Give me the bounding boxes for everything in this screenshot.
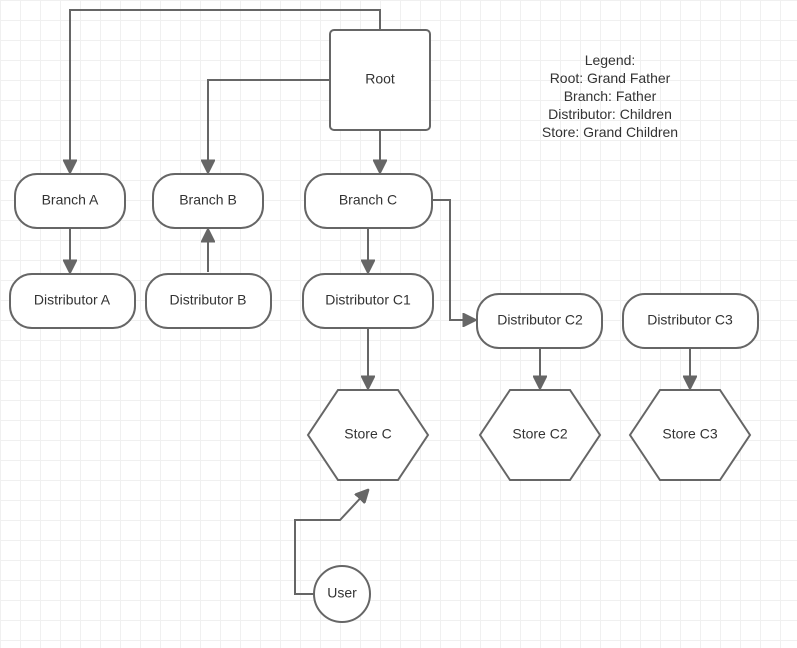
node-branchA-label: Branch A [42,192,99,208]
legend-line4: Store: Grand Children [542,124,678,140]
node-distA-label: Distributor A [34,292,111,308]
edge-branchC-distC2 [432,200,475,320]
node-distB-label: Distributor B [169,292,246,308]
node-distC1: Distributor C1 [303,274,433,328]
node-user-label: User [327,585,357,601]
node-branchC-label: Branch C [339,192,397,208]
node-storeC2-label: Store C2 [512,426,567,442]
legend-line1: Root: Grand Father [550,70,671,86]
node-branchB-label: Branch B [179,192,237,208]
legend: Legend: Root: Grand Father Branch: Fathe… [542,52,678,140]
node-distC1-label: Distributor C1 [325,292,411,308]
node-root-label: Root [365,71,395,87]
node-distB: Distributor B [146,274,271,328]
diagram-canvas: Root Branch A Branch B Branch C Distribu… [0,0,797,648]
node-distC2: Distributor C2 [477,294,602,348]
legend-line2: Branch: Father [564,88,657,104]
node-storeC3-label: Store C3 [662,426,717,442]
legend-title: Legend: [585,52,636,68]
node-root: Root [330,30,430,130]
node-user: User [314,566,370,622]
node-storeC2: Store C2 [480,390,600,480]
node-distC2-label: Distributor C2 [497,312,583,328]
node-storeC3: Store C3 [630,390,750,480]
node-distA: Distributor A [10,274,135,328]
node-branchC: Branch C [305,174,432,228]
node-branchB: Branch B [153,174,263,228]
node-storeC-label: Store C [344,426,391,442]
node-branchA: Branch A [15,174,125,228]
node-storeC: Store C [308,390,428,480]
edge-root-branchB [208,80,330,172]
node-distC3: Distributor C3 [623,294,758,348]
legend-line3: Distributor: Children [548,106,672,122]
node-distC3-label: Distributor C3 [647,312,733,328]
